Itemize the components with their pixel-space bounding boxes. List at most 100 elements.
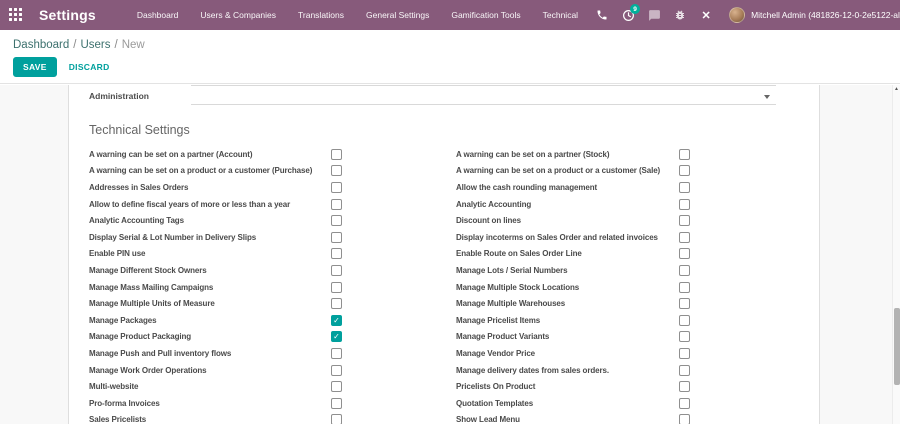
save-button[interactable]: SAVE bbox=[13, 57, 57, 77]
breadcrumb-separator: / bbox=[115, 39, 118, 51]
setting-checkbox[interactable] bbox=[679, 348, 690, 359]
setting-checkbox[interactable]: ✓ bbox=[331, 331, 342, 342]
breadcrumb-users[interactable]: Users bbox=[80, 39, 110, 51]
setting-label: Analytic Accounting bbox=[456, 200, 679, 209]
setting-checkbox[interactable] bbox=[331, 165, 342, 176]
user-name: Mitchell Admin (481826-12-0-2e5122-all) bbox=[751, 10, 900, 20]
setting-checkbox[interactable] bbox=[679, 182, 690, 193]
discard-button[interactable]: DISCARD bbox=[69, 62, 110, 72]
setting-checkbox[interactable] bbox=[331, 232, 342, 243]
setting-checkbox[interactable] bbox=[679, 265, 690, 276]
topbar-menu-item[interactable]: Gamification Tools bbox=[440, 0, 531, 30]
topbar-menu-item[interactable]: Dashboard bbox=[126, 0, 190, 30]
activity-clock-icon[interactable]: 9 bbox=[615, 0, 641, 30]
setting-row: Manage Vendor Price bbox=[456, 345, 690, 362]
close-icon[interactable]: ✕ bbox=[693, 0, 719, 30]
topbar-menu-item[interactable]: General Settings bbox=[355, 0, 440, 30]
setting-label: Analytic Accounting Tags bbox=[89, 216, 331, 225]
setting-row: Manage Product Variants bbox=[456, 329, 690, 346]
setting-label: Manage Work Order Operations bbox=[89, 366, 331, 375]
setting-row: Analytic Accounting bbox=[456, 196, 690, 213]
setting-label: Pricelists On Product bbox=[456, 382, 679, 391]
setting-checkbox[interactable] bbox=[331, 215, 342, 226]
setting-checkbox[interactable] bbox=[679, 398, 690, 409]
setting-checkbox[interactable] bbox=[679, 282, 690, 293]
setting-label: A warning can be set on a product or a c… bbox=[456, 166, 679, 175]
settings-column-right: A warning can be set on a partner (Stock… bbox=[456, 146, 690, 424]
setting-row: Quotation Templates bbox=[456, 395, 690, 412]
setting-row: Allow the cash rounding management bbox=[456, 179, 690, 196]
setting-label: Allow the cash rounding management bbox=[456, 183, 679, 192]
setting-row: Manage Work Order Operations bbox=[89, 362, 342, 379]
phone-icon[interactable] bbox=[589, 0, 615, 30]
setting-label: Manage Product Variants bbox=[456, 332, 679, 341]
setting-checkbox[interactable] bbox=[331, 265, 342, 276]
setting-checkbox[interactable] bbox=[679, 215, 690, 226]
setting-checkbox[interactable]: ✓ bbox=[331, 315, 342, 326]
setting-label: Manage delivery dates from sales orders. bbox=[456, 366, 679, 375]
setting-checkbox[interactable] bbox=[679, 199, 690, 210]
setting-row: Manage Multiple Stock Locations bbox=[456, 279, 690, 296]
setting-label: Manage Push and Pull inventory flows bbox=[89, 349, 331, 358]
setting-checkbox[interactable] bbox=[679, 331, 690, 342]
setting-label: Discount on lines bbox=[456, 216, 679, 225]
setting-checkbox[interactable] bbox=[679, 365, 690, 376]
setting-label: Display incoterms on Sales Order and rel… bbox=[456, 233, 679, 242]
setting-row: Show Lead Menu bbox=[456, 412, 690, 424]
setting-label: Addresses in Sales Orders bbox=[89, 183, 331, 192]
setting-checkbox[interactable] bbox=[331, 298, 342, 309]
setting-checkbox[interactable] bbox=[679, 315, 690, 326]
setting-checkbox[interactable] bbox=[679, 248, 690, 259]
setting-checkbox[interactable] bbox=[331, 398, 342, 409]
control-panel: Dashboard / Users / New SAVE DISCARD bbox=[0, 30, 900, 84]
setting-row: A warning can be set on a partner (Stock… bbox=[456, 146, 690, 163]
setting-checkbox[interactable] bbox=[679, 381, 690, 392]
setting-checkbox[interactable] bbox=[331, 149, 342, 160]
breadcrumb-separator: / bbox=[73, 39, 76, 51]
setting-label: Enable Route on Sales Order Line bbox=[456, 249, 679, 258]
settings-column-left: A warning can be set on a partner (Accou… bbox=[89, 146, 342, 424]
breadcrumb-current: New bbox=[122, 39, 145, 51]
administration-field-label: Administration bbox=[89, 91, 149, 101]
avatar bbox=[729, 7, 745, 23]
topbar-menu: DashboardUsers & CompaniesTranslationsGe… bbox=[126, 0, 589, 30]
setting-label: Allow to define fiscal years of more or … bbox=[89, 200, 331, 209]
setting-label: Multi-website bbox=[89, 382, 331, 391]
setting-row: Display incoterms on Sales Order and rel… bbox=[456, 229, 690, 246]
setting-checkbox[interactable] bbox=[331, 348, 342, 359]
setting-checkbox[interactable] bbox=[331, 248, 342, 259]
action-buttons: SAVE DISCARD bbox=[0, 51, 900, 77]
setting-checkbox[interactable] bbox=[331, 365, 342, 376]
scrollbar-up-arrow[interactable]: ▲ bbox=[893, 86, 900, 92]
setting-checkbox[interactable] bbox=[331, 182, 342, 193]
breadcrumb-dashboard[interactable]: Dashboard bbox=[13, 39, 69, 51]
scrollbar-thumb[interactable] bbox=[894, 308, 900, 385]
setting-checkbox[interactable] bbox=[679, 165, 690, 176]
chat-icon[interactable] bbox=[641, 0, 667, 30]
setting-checkbox[interactable] bbox=[679, 414, 690, 424]
setting-checkbox[interactable] bbox=[331, 414, 342, 424]
setting-row: Discount on lines bbox=[456, 212, 690, 229]
form-content: Administration Technical Settings A warn… bbox=[0, 85, 900, 424]
user-menu[interactable]: Mitchell Admin (481826-12-0-2e5122-all) … bbox=[725, 7, 900, 23]
previous-field-underline bbox=[191, 85, 776, 86]
topbar-menu-item[interactable]: Users & Companies bbox=[189, 0, 287, 30]
setting-label: Manage Vendor Price bbox=[456, 349, 679, 358]
administration-select[interactable] bbox=[191, 87, 776, 105]
setting-checkbox[interactable] bbox=[679, 232, 690, 243]
topbar-menu-item[interactable]: Technical bbox=[532, 0, 589, 30]
apps-grid-icon[interactable] bbox=[9, 8, 22, 22]
setting-checkbox[interactable] bbox=[679, 298, 690, 309]
setting-row: Manage Lots / Serial Numbers bbox=[456, 262, 690, 279]
scrollbar[interactable]: ▲ bbox=[892, 85, 900, 424]
setting-row: Manage Multiple Warehouses bbox=[456, 295, 690, 312]
setting-label: Manage Multiple Units of Measure bbox=[89, 299, 331, 308]
setting-checkbox[interactable] bbox=[331, 282, 342, 293]
setting-checkbox[interactable] bbox=[331, 381, 342, 392]
setting-label: Display Serial & Lot Number in Delivery … bbox=[89, 233, 331, 242]
setting-checkbox[interactable] bbox=[679, 149, 690, 160]
topbar-menu-item[interactable]: Translations bbox=[287, 0, 355, 30]
bug-icon[interactable] bbox=[667, 0, 693, 30]
setting-row: Manage Pricelist Items bbox=[456, 312, 690, 329]
setting-checkbox[interactable] bbox=[331, 199, 342, 210]
